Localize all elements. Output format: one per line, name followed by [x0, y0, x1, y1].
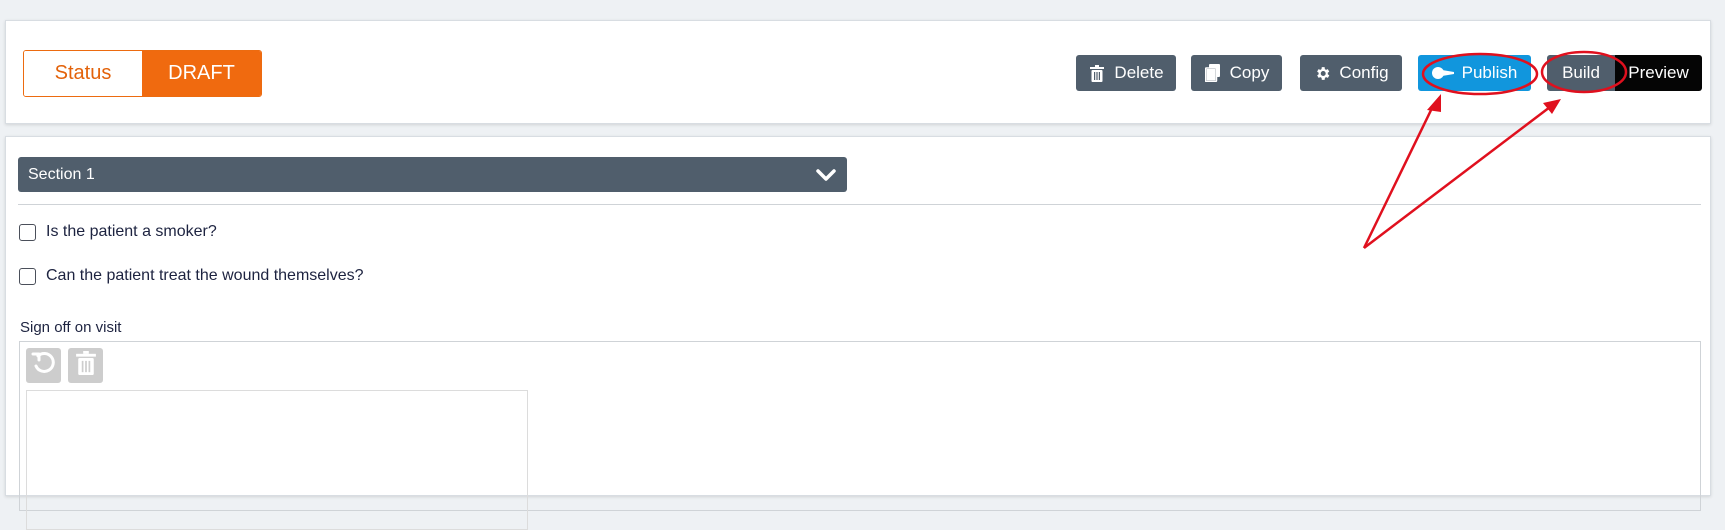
- undo-icon: [31, 350, 57, 381]
- preview-button-label: Preview: [1628, 63, 1689, 82]
- section-title: Section 1: [28, 165, 95, 183]
- question-label: Is the patient a smoker?: [46, 223, 217, 240]
- status-value-badge: DRAFT: [142, 51, 261, 96]
- signature-field: [19, 341, 1701, 530]
- form-header-bar: Status DRAFT Delete Copy Config Publish …: [5, 20, 1711, 124]
- question-label: Can the patient treat the wound themselv…: [46, 267, 364, 284]
- config-button[interactable]: Config: [1300, 55, 1402, 91]
- section-header[interactable]: Section 1: [18, 157, 847, 192]
- build-mode-button[interactable]: Build: [1547, 55, 1615, 91]
- form-body-panel: Section 1 Is the patient a smoker? Can t…: [5, 136, 1711, 530]
- clear-signature-button[interactable]: [68, 348, 103, 383]
- copy-icon: [1204, 64, 1222, 82]
- copy-button[interactable]: Copy: [1191, 55, 1282, 91]
- preview-mode-button[interactable]: Preview: [1615, 55, 1702, 91]
- question-smoker[interactable]: Is the patient a smoker?: [19, 223, 217, 241]
- build-button-label: Build: [1562, 63, 1600, 82]
- publish-button-label: Publish: [1461, 63, 1518, 82]
- config-button-label: Config: [1339, 63, 1389, 82]
- gear-icon: [1313, 64, 1331, 82]
- status-indicator: Status DRAFT: [23, 50, 262, 97]
- chevron-down-icon[interactable]: [815, 164, 837, 191]
- delete-button-label: Delete: [1114, 63, 1164, 82]
- delete-button[interactable]: Delete: [1076, 55, 1176, 91]
- status-label: Status: [24, 51, 142, 96]
- key-icon: [1431, 64, 1454, 82]
- signature-label: Sign off on visit: [20, 319, 122, 336]
- question-self-treatment[interactable]: Can the patient treat the wound themselv…: [19, 267, 364, 285]
- section-divider: [18, 204, 1701, 205]
- signature-canvas[interactable]: [26, 390, 528, 530]
- trash-icon: [1088, 64, 1106, 82]
- undo-button[interactable]: [26, 348, 61, 383]
- smoker-checkbox[interactable]: [19, 223, 36, 241]
- self-treatment-checkbox[interactable]: [19, 267, 36, 285]
- publish-button[interactable]: Publish: [1418, 55, 1531, 91]
- trash-icon: [75, 351, 96, 380]
- copy-button-label: Copy: [1229, 63, 1270, 82]
